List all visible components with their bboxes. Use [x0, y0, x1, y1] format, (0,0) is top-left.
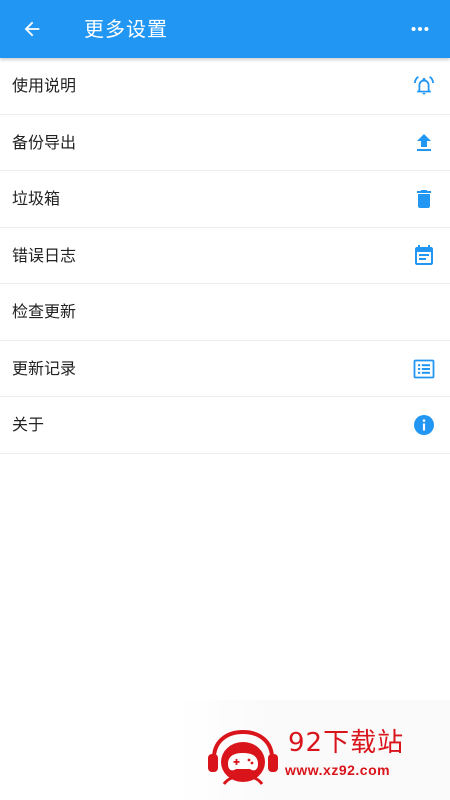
watermark-logo-icon [208, 729, 278, 785]
menu-item-label: 备份导出 [12, 132, 77, 152]
back-button[interactable] [14, 11, 50, 47]
watermark-title: 92下载站 [288, 728, 405, 758]
alarm-bell-icon [412, 74, 436, 98]
info-icon [412, 413, 436, 437]
menu-item-about[interactable]: 关于 [0, 397, 450, 454]
menu-item-label: 错误日志 [12, 245, 77, 265]
menu-item-changelog[interactable]: 更新记录 [0, 341, 450, 397]
list-icon [412, 357, 436, 381]
app-bar: 更多设置 [0, 0, 450, 58]
more-horiz-icon [411, 26, 429, 32]
menu-item-label: 垃圾箱 [12, 189, 61, 208]
menu-item-backup-export[interactable]: 备份导出 [0, 115, 450, 171]
menu-item-label: 关于 [12, 415, 45, 434]
watermark-url: www.xz92.com [285, 762, 391, 778]
calendar-note-icon [412, 244, 436, 268]
menu-item-usage-guide[interactable]: 使用说明 [0, 58, 450, 115]
menu-item-label: 更新记录 [12, 358, 77, 378]
menu-item-trash[interactable]: 垃圾箱 [0, 171, 450, 228]
watermark: 92下载站 www.xz92.com [178, 700, 450, 800]
menu-item-label: 检查更新 [12, 302, 77, 321]
menu-item-check-update[interactable]: 检查更新 [0, 284, 450, 341]
upload-icon [412, 131, 436, 155]
settings-list: 使用说明 备份导出 垃圾箱 错误日志 检查更新 更新记录 关于 [0, 58, 450, 454]
arrow-back-icon [24, 21, 40, 37]
menu-item-label: 使用说明 [12, 76, 77, 95]
more-options-button[interactable] [402, 11, 438, 47]
page-title: 更多设置 [84, 17, 168, 41]
menu-item-error-log[interactable]: 错误日志 [0, 228, 450, 284]
trash-icon [412, 187, 436, 211]
